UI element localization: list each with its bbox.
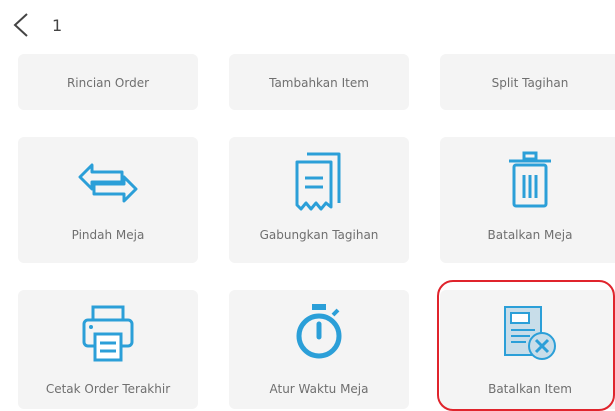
table-number-title: 1 xyxy=(52,16,63,35)
tile-label: Tambahkan Item xyxy=(269,76,369,90)
stopwatch-icon xyxy=(296,304,342,359)
top-bar: 1 xyxy=(0,0,615,52)
tile-label: Gabungkan Tagihan xyxy=(259,228,379,242)
tile-gabungkan-tagihan[interactable]: Gabungkan Tagihan xyxy=(229,137,409,263)
swap-arrows-icon xyxy=(78,163,138,203)
tile-label: Batalkan Item xyxy=(488,382,572,396)
merge-bills-icon xyxy=(295,152,341,211)
tile-label: Batalkan Meja xyxy=(487,228,573,242)
tile-split-tagihan[interactable]: Split Tagihan xyxy=(440,54,615,110)
tile-atur-waktu-meja[interactable]: Atur Waktu Meja xyxy=(229,290,409,409)
tile-tambahkan-item[interactable]: Tambahkan Item xyxy=(229,54,409,110)
cancel-item-icon xyxy=(504,306,556,360)
tile-batalkan-item[interactable]: Batalkan Item xyxy=(440,290,615,409)
tile-pindah-meja[interactable]: Pindah Meja xyxy=(18,137,198,263)
tile-label: Cetak Order Terakhir xyxy=(45,382,171,396)
tile-label: Pindah Meja xyxy=(71,228,145,242)
back-arrow-icon[interactable] xyxy=(10,12,32,38)
printer-icon xyxy=(82,305,134,362)
tile-label: Atur Waktu Meja xyxy=(269,382,369,396)
tile-rincian-order[interactable]: Rincian Order xyxy=(18,54,198,110)
tile-label: Rincian Order xyxy=(66,76,150,90)
tile-label: Split Tagihan xyxy=(491,76,569,90)
trash-icon xyxy=(509,151,551,208)
tile-batalkan-meja[interactable]: Batalkan Meja xyxy=(440,137,615,263)
tile-cetak-order-terakhir[interactable]: Cetak Order Terakhir xyxy=(18,290,198,409)
